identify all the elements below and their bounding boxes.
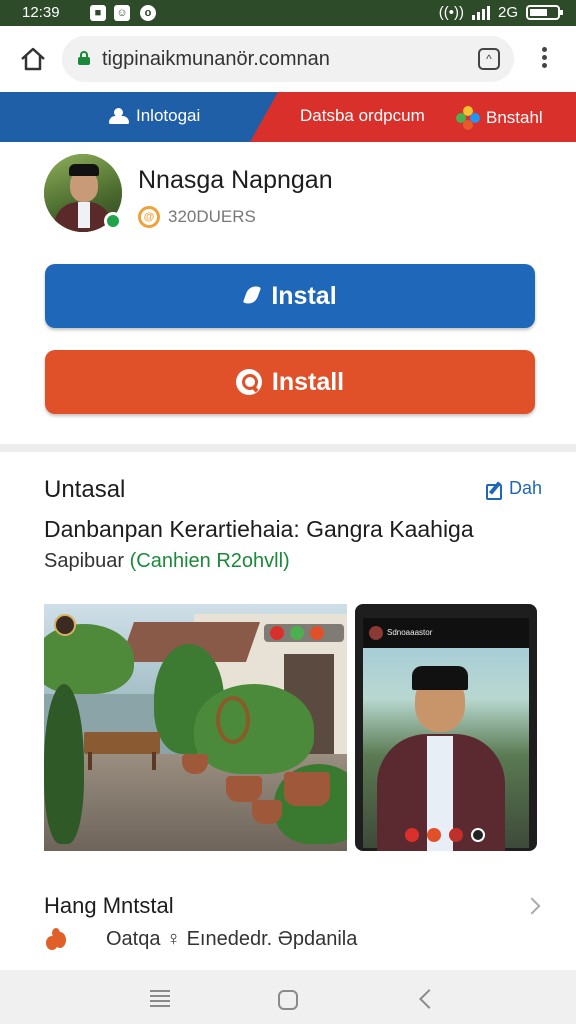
banner-tab-left[interactable]: Inlotogai <box>108 106 200 126</box>
call-caption: Sdnoaaastor <box>387 628 433 637</box>
channel-logo <box>54 614 76 636</box>
edit-link[interactable]: Dah <box>485 478 542 500</box>
banner-tab-right[interactable]: Bnstahl <box>456 106 543 130</box>
signal-icon <box>471 5 490 20</box>
edit-icon <box>485 480 503 500</box>
mute-icon[interactable] <box>427 828 441 842</box>
network-type: 2G <box>497 4 518 21</box>
camera-icon <box>290 626 304 640</box>
subline-prefix: Sapibuar <box>44 550 125 572</box>
section-title: Untasal <box>44 476 126 503</box>
chat-icon: ☺ <box>114 5 130 21</box>
home-icon[interactable] <box>18 44 48 74</box>
category-banner: Inlotogai Datsba ordpcum Bnstahl <box>0 92 576 142</box>
switch-camera-icon[interactable] <box>471 828 485 842</box>
system-nav-bar <box>0 970 576 1024</box>
status-time: 12:39 <box>22 4 60 21</box>
footer-title: Hang Mntstal <box>44 893 174 918</box>
video-off-icon[interactable] <box>449 828 463 842</box>
browser-toolbar: tigpinaikmunanör.comnan ^ <box>0 26 576 92</box>
banner-tab-center[interactable]: Datsba ordpcum <box>300 106 425 126</box>
verified-icon <box>104 212 122 230</box>
fire-icon <box>44 928 68 952</box>
banner-center-label: Datsba ordpcum <box>300 106 425 125</box>
search-icon <box>235 369 262 395</box>
profile-meta-text: 320DUERS <box>168 207 256 226</box>
footer-text: Oatqa ♀ Eınededr. Əpdanila <box>106 928 358 950</box>
group-icon <box>108 108 130 124</box>
install-button-secondary[interactable]: Install <box>45 350 535 414</box>
coin-icon: @ <box>138 206 160 228</box>
install-secondary-label: Install <box>271 367 345 396</box>
lock-icon <box>78 51 90 65</box>
section-description: Danbanpan Kerartiehaia: Gangra Kaahiga <box>44 516 474 542</box>
status-bar: 12:39 ■ ☺ o ((•)) 2G <box>0 0 576 26</box>
battery-icon <box>526 5 563 20</box>
banner-right-label: Bnstahl <box>486 108 543 127</box>
record-icon <box>270 626 284 640</box>
wifi-icon: ((•)) <box>438 4 464 21</box>
subline-highlight: (Canhien R2ohvll) <box>129 550 290 572</box>
app-icon: o <box>140 5 156 21</box>
nav-menu-icon[interactable] <box>150 990 170 1007</box>
profile-meta: @ 320DUERS <box>138 206 256 228</box>
edit-link-label: Dah <box>508 478 542 498</box>
caller-avatar <box>369 626 383 640</box>
nav-back-icon[interactable] <box>419 989 439 1009</box>
notification-icon: ■ <box>90 5 106 21</box>
url-text: tigpinaikmunanör.comnan <box>102 48 330 70</box>
install-button-primary[interactable]: Instal <box>45 264 535 328</box>
end-call-icon[interactable] <box>405 828 419 842</box>
url-field[interactable]: tigpinaikmunanör.comnan ^ <box>62 36 514 82</box>
install-primary-label: Instal <box>271 281 337 310</box>
nav-home-icon[interactable] <box>278 990 298 1010</box>
leaf-icon <box>243 285 261 307</box>
section-subline: Sapibuar (Canhien R2ohvll) <box>44 550 290 573</box>
tabs-icon[interactable]: ^ <box>478 48 500 70</box>
mic-icon <box>310 626 324 640</box>
more-vert-icon[interactable] <box>532 44 556 74</box>
profile-name: Nnasga Napngan <box>138 166 333 194</box>
banner-left-label: Inlotogai <box>136 106 201 125</box>
garden-photo[interactable] <box>44 604 347 851</box>
video-call-photo[interactable]: Sdnoaaastor <box>355 604 537 851</box>
flower-icon <box>456 106 480 130</box>
